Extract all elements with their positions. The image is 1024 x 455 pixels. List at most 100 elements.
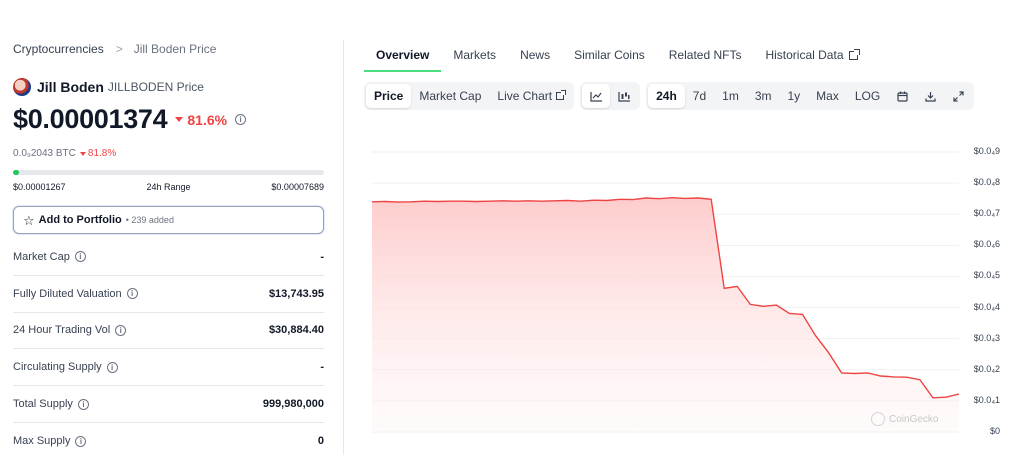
breadcrumb: Cryptocurrencies > Jill Boden Price bbox=[13, 42, 216, 56]
stat-value: - bbox=[320, 361, 324, 374]
info-icon[interactable]: i bbox=[126, 288, 138, 300]
price-chart[interactable]: $0.0₄9 $0.0₄8 $0.0₄7 $0.0₄6 $0.0₄5 $0.0₄4 $0.0… bbox=[364, 140, 1014, 450]
tab-related-nfts[interactable]: Related NFTs bbox=[657, 40, 754, 72]
y-tick-label: $0.0₄7 bbox=[973, 208, 1000, 219]
section-tabs: Overview Markets News Similar Coins Rela… bbox=[364, 40, 870, 72]
log-scale-button[interactable]: LOG bbox=[847, 84, 888, 108]
stat-row: 24 Hour Trading Vol i $30,884.40 bbox=[13, 313, 324, 350]
stat-row: Market Cap i - bbox=[13, 239, 324, 276]
stat-value: 0 bbox=[317, 435, 324, 448]
range-low: $0.00001267 bbox=[13, 182, 66, 192]
range-24h-button[interactable]: 24h bbox=[648, 84, 685, 108]
coin-symbol: JILLBODEN Price bbox=[107, 80, 204, 94]
y-tick-label: $0.0₄5 bbox=[973, 270, 1000, 281]
caret-down-icon bbox=[175, 117, 184, 122]
candlestick-icon bbox=[617, 91, 630, 102]
btc-price: 0.0₉2043 BTC bbox=[13, 148, 76, 159]
stat-label: Total Supply i bbox=[13, 398, 89, 410]
calendar-icon bbox=[897, 91, 908, 102]
y-tick-label: $0.0₄1 bbox=[973, 394, 1000, 405]
expand-button[interactable] bbox=[944, 84, 972, 108]
caret-down-icon bbox=[79, 151, 86, 156]
range-max-button[interactable]: Max bbox=[808, 84, 847, 108]
y-tick-label: $0.0₄8 bbox=[973, 177, 1000, 188]
stat-row: Circulating Supply i - bbox=[13, 349, 324, 387]
tab-markets[interactable]: Markets bbox=[441, 40, 508, 72]
live-chart-label: Live Chart bbox=[497, 89, 553, 103]
stat-row: Max Supply i 0 bbox=[13, 423, 324, 455]
panel-divider bbox=[343, 40, 344, 455]
stat-label: 24 Hour Trading Vol i bbox=[13, 324, 127, 336]
stat-label: Fully Diluted Valuation i bbox=[13, 288, 138, 300]
external-link-icon bbox=[556, 90, 567, 100]
breadcrumb-separator: > bbox=[115, 42, 123, 56]
expand-icon bbox=[953, 90, 964, 102]
watermark-text: CoinGecko bbox=[889, 413, 939, 425]
range-7d-button[interactable]: 7d bbox=[685, 84, 714, 108]
price-area bbox=[372, 197, 959, 432]
stat-value: 999,980,000 bbox=[262, 398, 324, 411]
market-cap-chart-button[interactable]: Market Cap bbox=[411, 84, 489, 108]
tab-historical-data-label: Historical Data bbox=[765, 48, 844, 62]
current-price: $0.00001374 bbox=[13, 104, 168, 134]
external-link-icon bbox=[848, 49, 860, 60]
download-button[interactable] bbox=[916, 84, 944, 108]
btc-price-row: 0.0₉2043 BTC 81.8% bbox=[13, 148, 116, 159]
stats-table: Market Cap i - Fully Diluted Valuation i $… bbox=[13, 239, 324, 455]
tab-overview[interactable]: Overview bbox=[364, 40, 442, 72]
y-tick-label: $0.0₄2 bbox=[973, 363, 1000, 374]
star-icon: ☆ bbox=[23, 212, 35, 228]
breadcrumb-root-link[interactable]: Cryptocurrencies bbox=[13, 42, 104, 56]
tab-news[interactable]: News bbox=[508, 40, 562, 72]
stat-row: Total Supply i 999,980,000 bbox=[13, 386, 324, 423]
tab-similar-coins[interactable]: Similar Coins bbox=[562, 40, 657, 72]
stat-value: - bbox=[320, 250, 324, 263]
price-change-value: 81.6% bbox=[187, 111, 228, 128]
info-icon[interactable]: i bbox=[75, 435, 87, 447]
range-1y-button[interactable]: 1y bbox=[779, 84, 808, 108]
chart-type-group: Price Market Cap Live Chart bbox=[364, 82, 575, 110]
tab-historical-data[interactable]: Historical Data bbox=[753, 40, 869, 72]
stat-value: $30,884.40 bbox=[268, 324, 324, 337]
coin-header: Jill Boden JILLBODEN Price bbox=[13, 78, 204, 96]
calendar-button[interactable] bbox=[888, 84, 916, 108]
portfolio-label: Add to Portfolio bbox=[38, 214, 122, 226]
portfolio-count: • 239 added bbox=[125, 215, 174, 225]
stat-label: Circulating Supply i bbox=[13, 361, 118, 373]
info-icon[interactable]: i bbox=[235, 114, 247, 125]
price-chart-svg bbox=[371, 151, 960, 433]
y-tick-label: $0 bbox=[989, 426, 1000, 436]
time-range-group: 24h 7d 1m 3m 1y Max LOG bbox=[646, 82, 975, 110]
download-icon bbox=[925, 91, 936, 102]
live-chart-button[interactable]: Live Chart bbox=[489, 84, 572, 108]
info-icon[interactable]: i bbox=[115, 324, 127, 336]
y-tick-label: $0.0₄4 bbox=[973, 301, 1000, 312]
candlestick-chart-button[interactable] bbox=[610, 84, 638, 108]
line-chart-icon bbox=[589, 91, 602, 102]
stat-row: Fully Diluted Valuation i $13,743.95 bbox=[13, 276, 324, 313]
coingecko-watermark: CoinGecko bbox=[871, 412, 938, 426]
y-tick-label: $0.0₄6 bbox=[973, 239, 1000, 250]
stat-label: Market Cap i bbox=[13, 251, 86, 263]
chart-style-group bbox=[580, 82, 641, 110]
info-icon[interactable]: i bbox=[74, 251, 86, 263]
price-chart-button[interactable]: Price bbox=[366, 84, 412, 108]
range-bar bbox=[13, 170, 324, 175]
info-icon[interactable]: i bbox=[77, 398, 89, 410]
stat-value: $13,743.95 bbox=[268, 287, 324, 300]
range-high: $0.00007689 bbox=[271, 182, 324, 192]
add-to-portfolio-button[interactable]: ☆ Add to Portfolio • 239 added bbox=[13, 206, 324, 234]
line-chart-button[interactable] bbox=[582, 84, 611, 108]
range-bar-fill bbox=[13, 170, 20, 175]
y-tick-label: $0.0₄3 bbox=[973, 332, 1000, 343]
range-label: 24h Range bbox=[146, 182, 191, 192]
btc-change-value: 81.8% bbox=[87, 148, 117, 159]
range-3m-button[interactable]: 3m bbox=[747, 84, 780, 108]
coin-info-panel: Cryptocurrencies > Jill Boden Price Jill… bbox=[13, 0, 325, 455]
btc-change: 81.8% bbox=[79, 148, 117, 159]
stat-label: Max Supply i bbox=[13, 435, 87, 447]
chart-toolbar: Price Market Cap Live Chart 24h 7d 1m 3m… bbox=[364, 82, 980, 110]
info-icon[interactable]: i bbox=[106, 361, 118, 373]
price-change: 81.6% bbox=[175, 112, 227, 128]
range-1m-button[interactable]: 1m bbox=[714, 84, 747, 108]
